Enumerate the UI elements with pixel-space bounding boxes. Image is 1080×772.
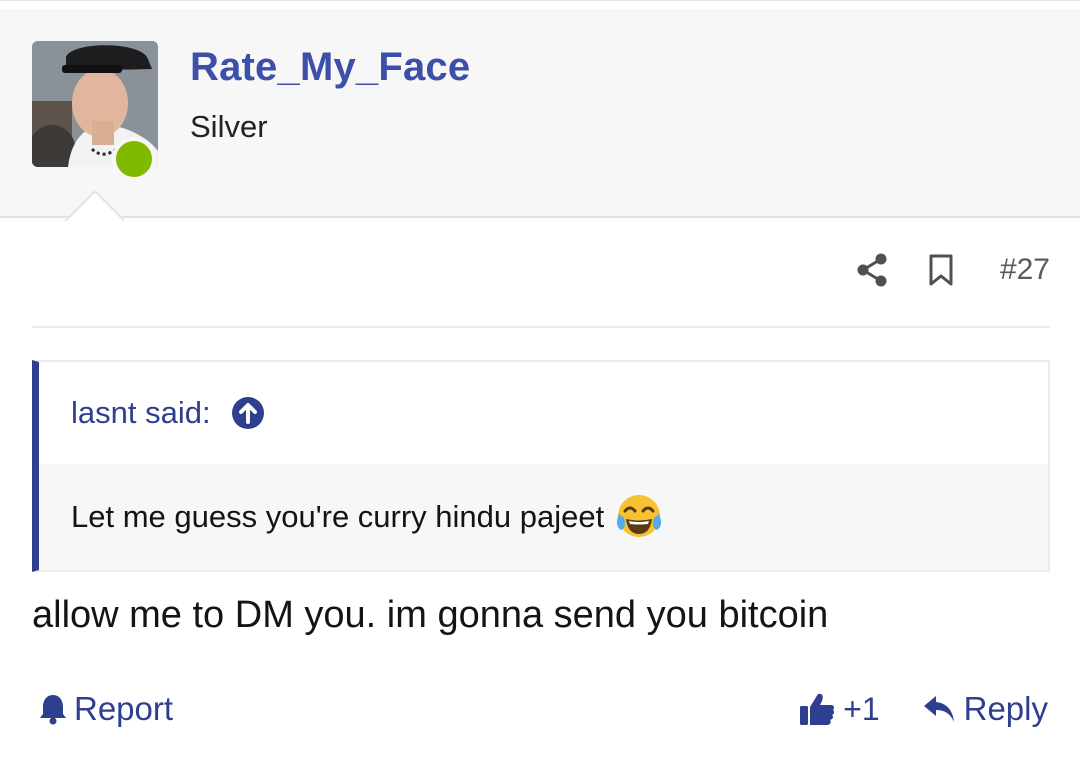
post-actions: #27 <box>856 250 1050 290</box>
quote-text: Let me guess you're curry hindu pajeet <box>71 499 605 534</box>
like-count: +1 <box>843 690 880 727</box>
quote-content: Let me guess you're curry hindu pajeet <box>39 464 1048 570</box>
arrow-up-circle-icon[interactable] <box>231 396 265 430</box>
bookmark-icon[interactable] <box>928 253 954 287</box>
top-edge <box>0 1 1080 9</box>
user-header: Rate_My_Face Silver <box>0 0 1080 218</box>
avatar[interactable] <box>32 41 158 181</box>
tears-of-joy-emoji-icon <box>617 495 662 537</box>
thumbs-up-icon <box>800 693 835 725</box>
post-footer-actions: +1 Reply <box>799 690 1048 728</box>
post-message: allow me to DM you. im gonna send you bi… <box>32 594 829 636</box>
like-button[interactable]: +1 <box>799 690 880 728</box>
user-title: Silver <box>190 109 268 144</box>
report-label: Report <box>74 690 174 727</box>
online-status-indicator <box>112 137 156 181</box>
reply-button[interactable]: Reply <box>922 690 1048 728</box>
username-link[interactable]: Rate_My_Face <box>190 45 470 90</box>
reply-label: Reply <box>963 690 1048 727</box>
forum-post: Rate_My_Face Silver #27 lasnt said: Let … <box>0 0 1080 772</box>
header-pointer <box>64 191 124 221</box>
bell-icon <box>40 695 66 725</box>
report-button[interactable]: Report <box>38 690 173 728</box>
post-number-link[interactable]: #27 <box>1000 253 1050 287</box>
reply-arrow-icon <box>923 696 954 722</box>
quote-header: lasnt said: <box>39 362 1048 464</box>
share-icon[interactable] <box>856 253 888 287</box>
quote-block: lasnt said: Let me guess you're curry hi… <box>32 360 1050 572</box>
quote-attribution[interactable]: lasnt said: <box>71 395 211 431</box>
divider <box>32 326 1050 328</box>
